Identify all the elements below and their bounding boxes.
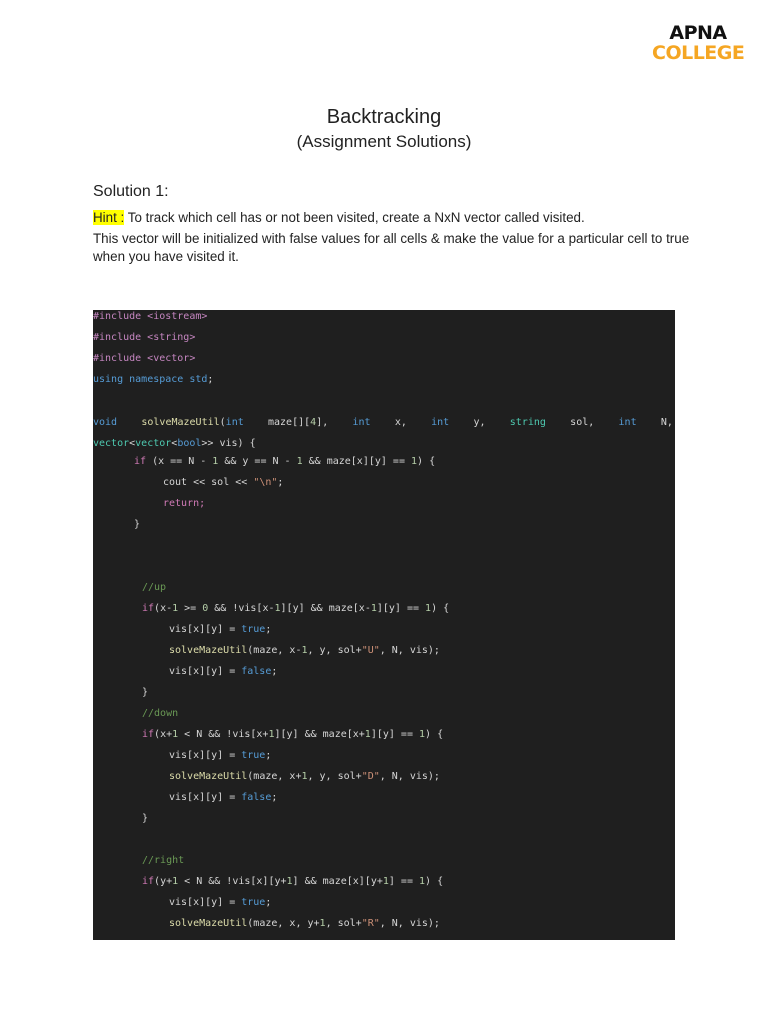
- code-line: #include <string>: [93, 332, 196, 343]
- code-line: vis[x][y] = true;: [169, 624, 272, 635]
- code-line: void solveMazeUtil(int maze[][4], int x, int y…: [93, 417, 673, 428]
- code-comment: //up: [142, 582, 167, 593]
- code-line: vis[x][y] = true;: [169, 897, 272, 908]
- logo-text-apna: APNA: [669, 22, 727, 44]
- code-line: #include <vector>: [93, 353, 196, 364]
- code-line: }: [142, 813, 149, 824]
- logo-text-college: COLLEGE: [652, 42, 745, 64]
- code-line: vis[x][y] = true;: [169, 750, 272, 761]
- code-line: vis[x][y] = false;: [169, 792, 278, 803]
- code-line: using namespace std;: [93, 374, 214, 385]
- apna-college-logo: APNA COLLEGE: [652, 22, 745, 64]
- code-line: if(x+1 < N && !vis[x+1][y] && maze[x+1][…: [142, 729, 444, 740]
- code-line: vis[x][y] = false;: [169, 666, 278, 677]
- code-comment: //right: [142, 855, 185, 866]
- document-title: Backtracking: [326, 106, 442, 128]
- solution-heading: Solution 1:: [93, 183, 169, 200]
- code-block: #include <iostream> #include <string> #i…: [93, 310, 675, 940]
- code-line: vector<vector<bool>> vis) {: [93, 438, 256, 449]
- document-subtitle: (Assignment Solutions): [296, 132, 472, 151]
- code-comment: //down: [142, 708, 179, 719]
- code-line: solveMazeUtil(maze, x, y+1, sol+"R", N, …: [169, 918, 440, 929]
- hint-label: Hint :: [93, 210, 125, 225]
- hint-paragraph: Hint : To track which cell has or not be…: [93, 209, 693, 227]
- code-line: if(y+1 < N && !vis[x][y+1] && maze[x][y+…: [142, 876, 444, 887]
- code-line: solveMazeUtil(maze, x+1, y, sol+"D", N, …: [169, 771, 440, 782]
- code-line: if(x-1 >= 0 && !vis[x-1][y] && maze[x-1]…: [142, 603, 450, 614]
- code-line: return;: [163, 498, 206, 509]
- code-line: solveMazeUtil(maze, x-1, y, sol+"U", N, …: [169, 645, 440, 656]
- title-block: Backtracking (Assignment Solutions): [0, 104, 768, 154]
- code-line: #include <iostream>: [93, 311, 208, 322]
- code-line: if (x == N - 1 && y == N - 1 && maze[x][…: [134, 456, 436, 467]
- code-line: }: [134, 519, 141, 530]
- code-line: }: [142, 687, 149, 698]
- hint-text: To track which cell has or not been visi…: [124, 210, 585, 225]
- code-line: cout << sol << "\n";: [163, 477, 284, 488]
- description-paragraph: This vector will be initialized with fal…: [93, 231, 690, 264]
